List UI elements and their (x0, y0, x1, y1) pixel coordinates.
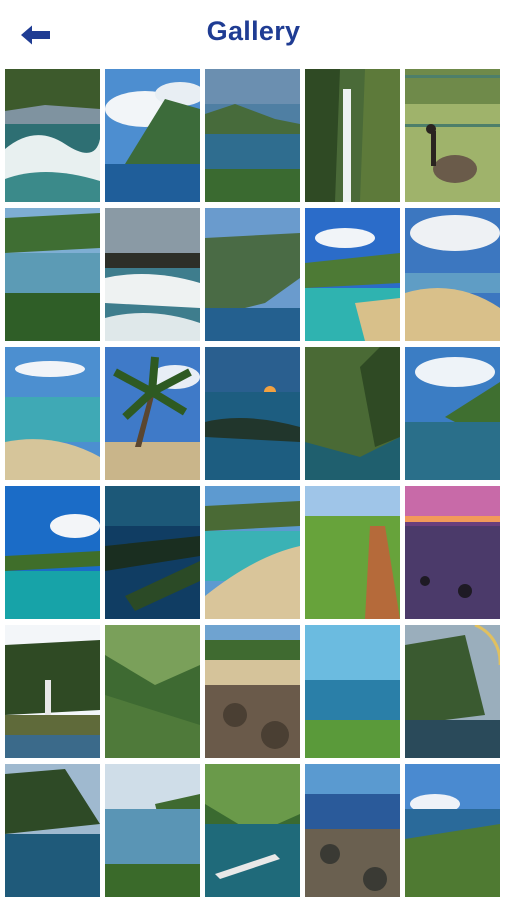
gallery-photo-wave-cliff[interactable] (5, 69, 100, 202)
photo-image (305, 486, 400, 619)
photo-image (405, 625, 500, 758)
gallery-photo-islet-coast[interactable] (205, 69, 300, 202)
photo-image (105, 486, 200, 619)
photo-image (305, 347, 400, 480)
gallery-photo-lagoon-trees[interactable] (5, 208, 100, 341)
photo-image (405, 69, 500, 202)
photo-image (205, 208, 300, 341)
photo-image (305, 208, 400, 341)
photo-image (205, 486, 300, 619)
gallery-photo-curved-beach[interactable] (205, 486, 300, 619)
photo-image (205, 69, 300, 202)
gallery-photo-reef-aerial[interactable] (105, 486, 200, 619)
gallery-photo-palm-tree[interactable] (105, 347, 200, 480)
gallery-photo-turquoise-bay[interactable] (305, 208, 400, 341)
photo-image (405, 486, 500, 619)
photo-image (105, 69, 200, 202)
photo-image (5, 764, 100, 897)
gallery-photo-rainbow-cliff[interactable] (405, 625, 500, 758)
gallery-photo-cloud-cliff[interactable] (105, 69, 200, 202)
photo-image (5, 625, 100, 758)
gallery-photo-coast-village[interactable] (405, 764, 500, 897)
photo-image (405, 208, 500, 341)
gallery-photo-valley-ridge[interactable] (105, 625, 200, 758)
page-title: Gallery (206, 16, 301, 46)
photo-image (105, 208, 200, 341)
gallery-photo-grass-path[interactable] (305, 486, 400, 619)
gallery-photo-aerial-coast[interactable] (405, 347, 500, 480)
photo-image (105, 764, 200, 897)
photo-image (205, 625, 300, 758)
gallery-photo-shallow-beach[interactable] (5, 347, 100, 480)
photo-image (5, 208, 100, 341)
photo-image (405, 764, 500, 897)
gallery-photo-purple-sunset[interactable] (405, 486, 500, 619)
photo-image (405, 347, 500, 480)
photo-grid (5, 69, 502, 897)
header: Gallery (0, 0, 507, 68)
photo-image (305, 764, 400, 897)
gallery-photo-green-cliffs[interactable] (305, 347, 400, 480)
gallery-photo-ocean-horizon[interactable] (305, 625, 400, 758)
photo-image (105, 625, 200, 758)
photo-image (5, 347, 100, 480)
gallery-photo-cliff-bay[interactable] (105, 764, 200, 897)
gallery-photo-tide-pools[interactable] (305, 764, 400, 897)
gallery-photo-sand-beach[interactable] (405, 208, 500, 341)
gallery-photo-lighthouse[interactable] (5, 625, 100, 758)
photo-image (205, 764, 300, 897)
photo-image (305, 69, 400, 202)
gallery-photo-sunset-reef[interactable] (205, 347, 300, 480)
photo-image (5, 69, 100, 202)
photo-image (5, 486, 100, 619)
gallery-photo-sea-cliffs[interactable] (205, 208, 300, 341)
gallery-photo-seaplane[interactable] (205, 764, 300, 897)
gallery-photo-waterfall[interactable] (305, 69, 400, 202)
gallery-photo-goose[interactable] (405, 69, 500, 202)
gallery-photo-surf-wave[interactable] (105, 208, 200, 341)
photo-image (205, 347, 300, 480)
gallery-photo-rocky-shore[interactable] (205, 625, 300, 758)
gallery-photo-blue-islet[interactable] (5, 486, 100, 619)
gallery-photo-dark-cliffs[interactable] (5, 764, 100, 897)
photo-image (305, 625, 400, 758)
photo-image (105, 347, 200, 480)
